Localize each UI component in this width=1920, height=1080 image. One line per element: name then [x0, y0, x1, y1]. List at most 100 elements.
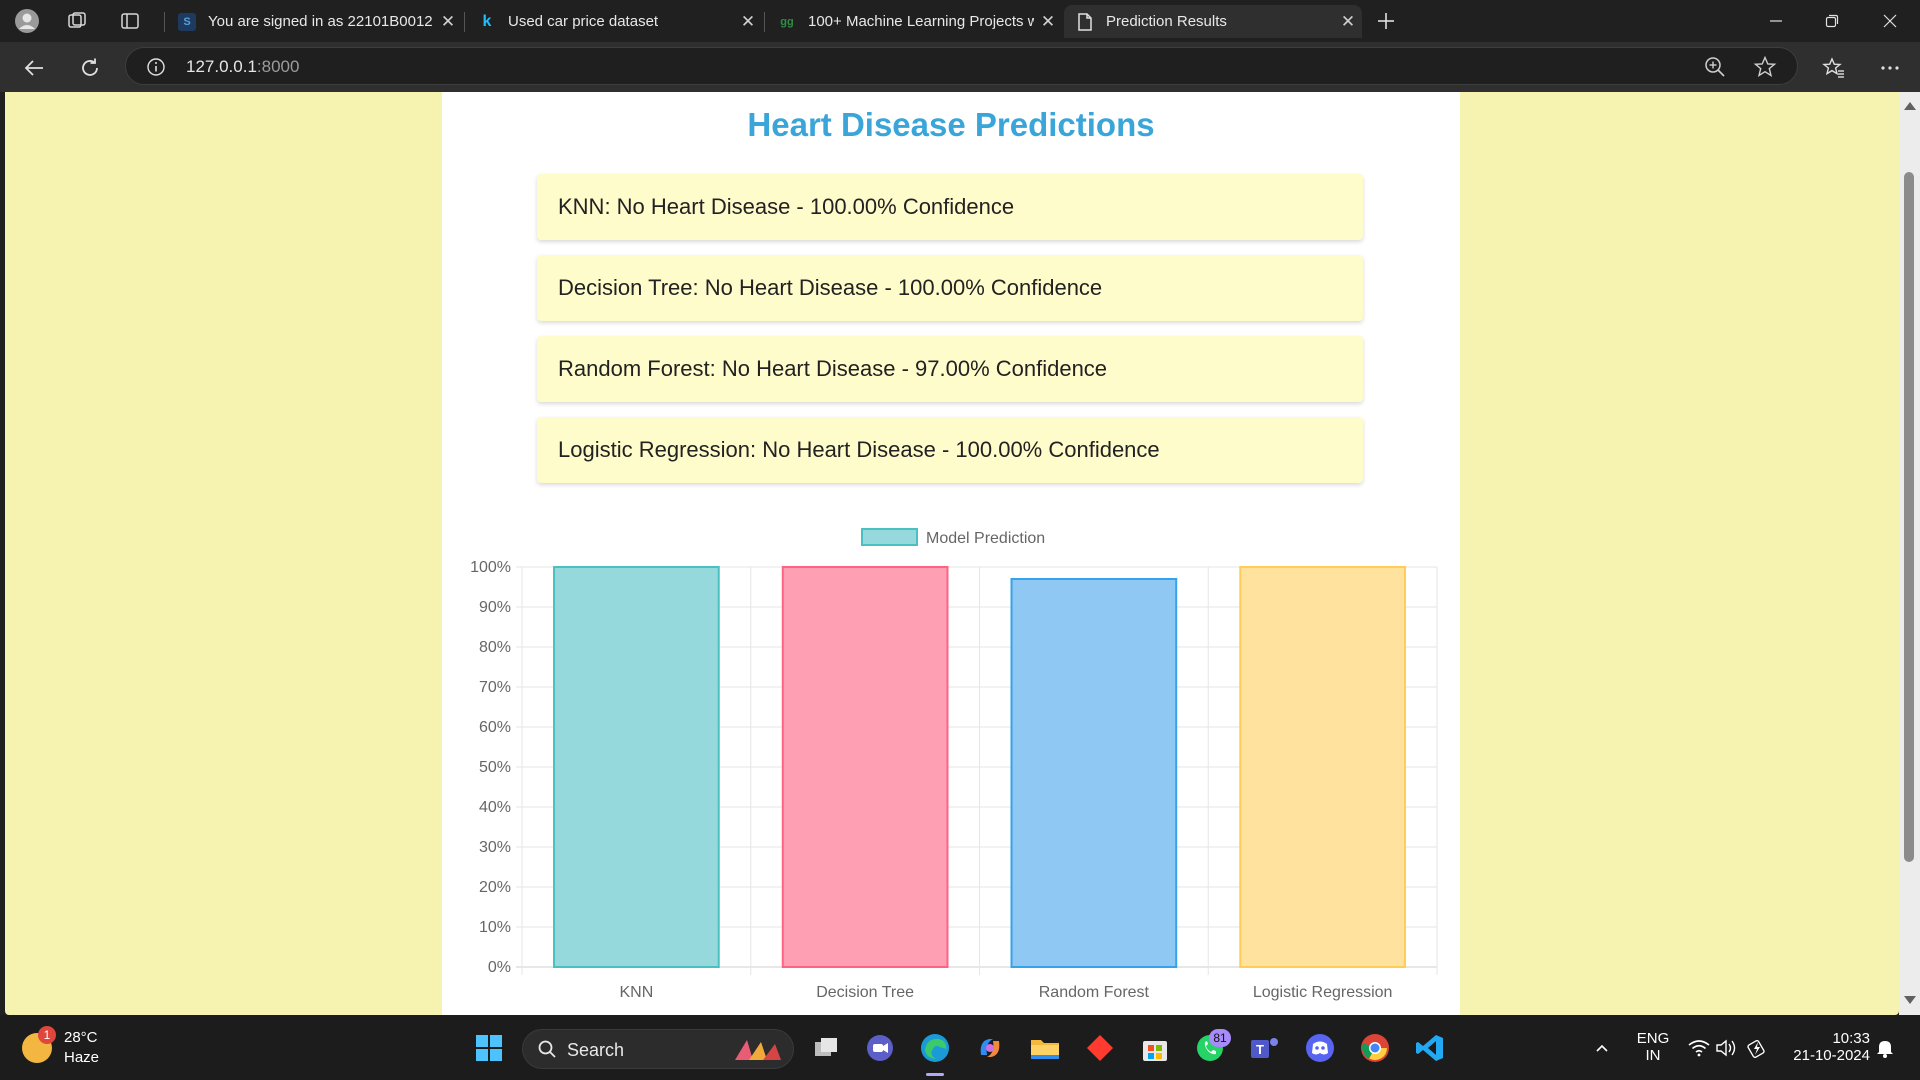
clock-date: 21-10-2024	[1793, 1047, 1870, 1064]
minimize-icon[interactable]	[1748, 0, 1804, 42]
y-tick-label: 20%	[479, 879, 511, 896]
tab-favicon-gg: gg	[780, 15, 794, 28]
whatsapp-badge: 81	[1209, 1029, 1231, 1047]
prediction-item-logistic-regression: Logistic Regression: No Heart Disease - …	[537, 417, 1363, 483]
y-tick-label: 30%	[479, 839, 511, 856]
prediction-item-random-forest: Random Forest: No Heart Disease - 97.00%…	[537, 336, 1363, 402]
workspaces-icon[interactable]	[64, 8, 90, 34]
weather-desc: Haze	[64, 1049, 100, 1066]
weather-widget[interactable]: 1 28°C Haze	[22, 1026, 152, 1069]
notification-bell-icon[interactable]	[1866, 1029, 1904, 1067]
windows-taskbar: 1 28°C Haze Search 81 T ENG IN 10:33 21-…	[0, 1015, 1920, 1080]
prediction-item-knn: KNN: No Heart Disease - 100.00% Confiden…	[537, 174, 1363, 240]
meet-icon[interactable]	[861, 1029, 899, 1067]
tab-title: You are signed in as 22101B0012	[208, 13, 433, 30]
prediction-bar-chart: 0% 10% 20% 30% 40% 50% 60% 70% 80% 90% 100% KNN Deci…	[470, 528, 1438, 1001]
y-tick-label: 70%	[479, 679, 511, 696]
x-tick-label: Random Forest	[1039, 984, 1150, 1001]
url-host: 127.0.0.1	[186, 57, 257, 76]
more-menu-icon[interactable]	[1874, 52, 1906, 84]
weather-badge: 1	[38, 1026, 56, 1044]
clock[interactable]: 10:33 21-10-2024	[1780, 1030, 1870, 1064]
url-port: :8000	[256, 57, 300, 76]
site-info-icon[interactable]	[146, 57, 166, 77]
copilot-icon[interactable]	[971, 1029, 1009, 1067]
browser-titlebar: S You are signed in as 22101B0012 ✕ k Us…	[0, 0, 1920, 42]
results-card: Heart Disease Predictions KNN: No Heart …	[442, 92, 1460, 1015]
tab-favicon-s: S	[178, 12, 196, 31]
refresh-icon[interactable]	[74, 52, 106, 84]
favorites-icon[interactable]	[1818, 52, 1850, 84]
tab-ml-projects[interactable]: gg 100+ Machine Learning Projects w ✕	[766, 5, 1062, 38]
address-bar[interactable]: 127.0.0.1:8000	[125, 47, 1798, 85]
favorite-star-icon[interactable]	[1753, 55, 1777, 79]
active-app-indicator	[926, 1073, 944, 1076]
close-icon[interactable]: ✕	[434, 12, 462, 32]
x-tick-label: Decision Tree	[816, 984, 914, 1001]
close-icon[interactable]: ✕	[1334, 12, 1362, 32]
file-explorer-icon[interactable]	[1026, 1029, 1064, 1067]
page-viewport: Heart Disease Predictions KNN: No Heart …	[5, 92, 1899, 1015]
chrome-icon[interactable]	[1356, 1029, 1394, 1067]
battery-charging-icon[interactable]	[1738, 1029, 1776, 1067]
bar-logistic-regression	[1239, 566, 1406, 968]
taskbar-search[interactable]: Search	[522, 1029, 794, 1069]
prediction-item-decision-tree: Decision Tree: No Heart Disease - 100.00…	[537, 255, 1363, 321]
y-tick-label: 90%	[479, 599, 511, 616]
language-indicator[interactable]: ENG IN	[1628, 1030, 1678, 1064]
page-scrollbar[interactable]	[1899, 92, 1920, 1015]
tab-title: Prediction Results	[1106, 13, 1227, 30]
y-tick-label: 100%	[470, 559, 511, 576]
new-tab-icon[interactable]	[1373, 8, 1399, 34]
y-tick-label: 40%	[479, 799, 511, 816]
y-tick-label: 10%	[479, 919, 511, 936]
search-icon	[538, 1040, 556, 1058]
weather-temp: 28°C	[64, 1029, 98, 1046]
url-text[interactable]: 127.0.0.1:8000	[186, 57, 299, 77]
search-label: Search	[567, 1040, 625, 1060]
zoom-icon[interactable]	[1703, 55, 1727, 79]
y-tick-label: 60%	[479, 719, 511, 736]
legend-swatch	[861, 528, 918, 546]
bar-random-forest	[1010, 578, 1178, 968]
close-window-icon[interactable]	[1862, 0, 1918, 42]
clock-time: 10:33	[1832, 1030, 1870, 1047]
scrollbar-thumb[interactable]	[1904, 172, 1914, 862]
tab-title: Used car price dataset	[508, 13, 659, 30]
browser-toolbar: 127.0.0.1:8000	[0, 42, 1920, 92]
edge-browser-icon[interactable]	[916, 1029, 954, 1067]
page-title: Heart Disease Predictions	[747, 106, 1155, 143]
chevron-up-icon[interactable]	[1583, 1029, 1621, 1067]
bar-knn	[553, 566, 720, 968]
start-windows-icon[interactable]	[470, 1029, 508, 1067]
back-icon[interactable]	[18, 52, 50, 84]
app-diamond-icon[interactable]	[1081, 1029, 1119, 1067]
scroll-down-arrow-icon[interactable]	[1904, 996, 1916, 1004]
search-highlight-icon	[735, 1040, 781, 1060]
tab-actions-icon[interactable]	[117, 8, 143, 34]
x-tick-label: KNN	[619, 984, 653, 1001]
discord-icon[interactable]	[1301, 1029, 1339, 1067]
bar-decision-tree	[781, 566, 949, 968]
vscode-icon[interactable]	[1411, 1029, 1449, 1067]
tab-title: 100+ Machine Learning Projects w	[808, 13, 1034, 30]
close-icon[interactable]: ✕	[734, 12, 762, 32]
legend-label: Model Prediction	[926, 530, 1045, 547]
y-tick-label: 0%	[488, 959, 511, 976]
tab-prediction-results[interactable]: Prediction Results ✕	[1064, 5, 1362, 38]
restore-icon[interactable]	[1804, 0, 1860, 42]
close-icon[interactable]: ✕	[1034, 12, 1062, 32]
teams-icon[interactable]: T	[1246, 1029, 1284, 1067]
profile-icon[interactable]	[14, 8, 40, 34]
region-code: IN	[1645, 1047, 1661, 1064]
y-tick-label: 80%	[479, 639, 511, 656]
task-view-icon[interactable]	[807, 1029, 845, 1067]
tab-favicon-k: k	[482, 12, 492, 30]
tab-used-car[interactable]: k Used car price dataset ✕	[466, 5, 762, 38]
x-tick-label: Logistic Regression	[1253, 984, 1393, 1001]
y-tick-label: 50%	[479, 759, 511, 776]
page-icon	[1076, 12, 1094, 31]
scroll-up-arrow-icon[interactable]	[1904, 102, 1916, 110]
microsoft-store-icon[interactable]	[1136, 1029, 1174, 1067]
tab-signed-in[interactable]: S You are signed in as 22101B0012 ✕	[166, 5, 462, 38]
